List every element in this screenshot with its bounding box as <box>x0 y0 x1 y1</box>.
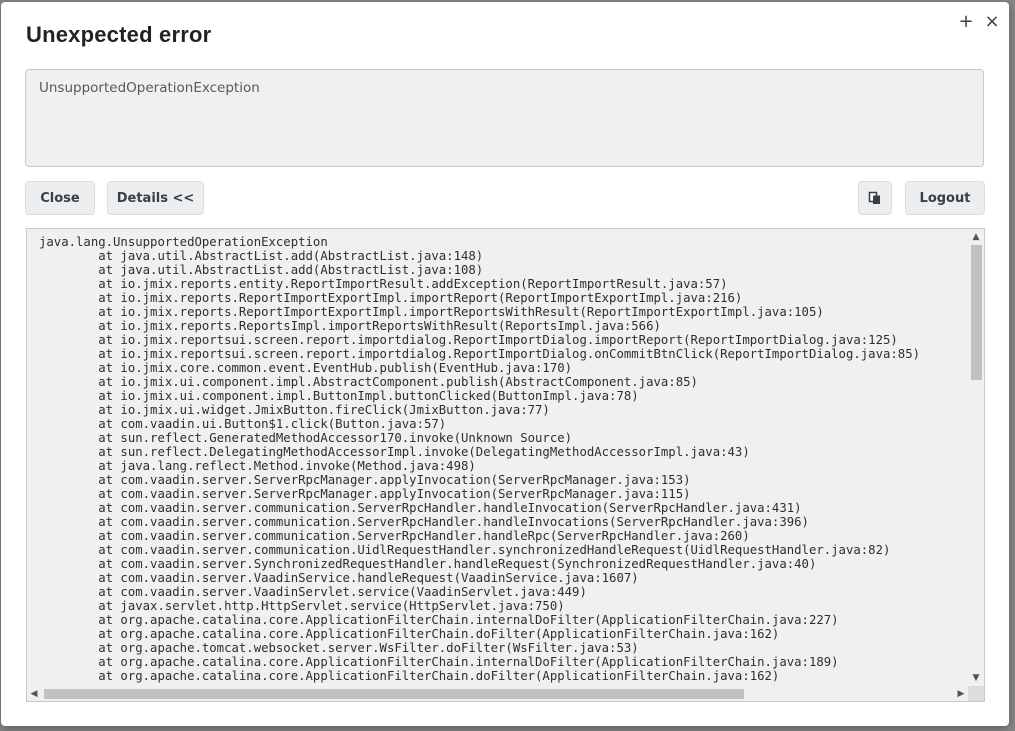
logout-button[interactable]: Logout <box>905 181 985 215</box>
stacktrace-frame-line: at org.apache.catalina.core.ApplicationF… <box>39 613 839 627</box>
stacktrace-frame-line: at javax.servlet.http.HttpServlet.servic… <box>39 599 565 613</box>
stacktrace-frame-line: at com.vaadin.server.communication.UidlR… <box>39 543 891 557</box>
stacktrace-frame-line: at com.vaadin.server.communication.Serve… <box>39 515 809 529</box>
stacktrace-frame-line: at java.util.AbstractList.add(AbstractLi… <box>39 263 484 277</box>
stacktrace-frame-line: at io.jmix.ui.component.impl.AbstractCom… <box>39 375 698 389</box>
stacktrace-frame-line: at io.jmix.reportsui.screen.report.impor… <box>39 347 920 361</box>
stacktrace-frame-line: at io.jmix.reports.ReportImportExportImp… <box>39 291 743 305</box>
stacktrace-frame-line: at com.vaadin.server.ServerRpcManager.ap… <box>39 473 691 487</box>
scroll-left-icon[interactable]: ◀ <box>27 688 41 700</box>
stacktrace-frame-line: at org.apache.catalina.core.ApplicationF… <box>39 627 780 641</box>
close-button[interactable]: Close <box>25 181 95 215</box>
stacktrace-text: java.lang.UnsupportedOperationException … <box>39 235 966 685</box>
stacktrace-frame-line: at com.vaadin.ui.Button$1.click(Button.j… <box>39 417 447 431</box>
stacktrace-frame-line: at io.jmix.reportsui.screen.report.impor… <box>39 333 898 347</box>
stacktrace-frame-line: at io.jmix.ui.component.impl.ButtonImpl.… <box>39 389 639 403</box>
vertical-scroll-thumb[interactable] <box>971 245 982 380</box>
stacktrace-frame-line: at com.vaadin.server.VaadinServlet.servi… <box>39 585 587 599</box>
stacktrace-frame-line: at org.apache.catalina.core.ApplicationF… <box>39 669 780 683</box>
close-icon[interactable]: × <box>983 12 1001 32</box>
stacktrace-frame-line: at io.jmix.core.common.event.EventHub.pu… <box>39 361 573 375</box>
details-button[interactable]: Details << <box>107 181 204 215</box>
copy-button[interactable] <box>858 181 892 215</box>
stacktrace-frame-line: at com.vaadin.server.communication.Serve… <box>39 501 802 515</box>
stacktrace-frame-line: at com.vaadin.server.ServerRpcManager.ap… <box>39 487 691 501</box>
stacktrace-frame-line: at sun.reflect.GeneratedMethodAccessor17… <box>39 431 573 445</box>
stacktrace-frame-line: at sun.reflect.DelegatingMethodAccessorI… <box>39 445 750 459</box>
scroll-down-icon[interactable]: ▼ <box>968 672 984 684</box>
scrollbar-corner <box>968 686 984 701</box>
stacktrace-frame-line: at io.jmix.reports.ReportsImpl.importRep… <box>39 319 661 333</box>
stacktrace-frame-line: at com.vaadin.server.VaadinService.handl… <box>39 571 639 585</box>
stacktrace-frame-line: at java.util.AbstractList.add(AbstractLi… <box>39 249 484 263</box>
dialog-title: Unexpected error <box>26 22 212 47</box>
stacktrace-exception-line: java.lang.UnsupportedOperationException <box>39 235 328 249</box>
scroll-right-icon[interactable]: ▶ <box>954 688 968 700</box>
stacktrace-frame-line: at com.vaadin.server.communication.Serve… <box>39 529 750 543</box>
horizontal-scroll-thumb[interactable] <box>44 689 744 699</box>
vertical-scrollbar[interactable]: ▲ ▼ <box>968 229 984 686</box>
error-message-text: UnsupportedOperationException <box>39 80 260 96</box>
scroll-up-icon[interactable]: ▲ <box>968 231 984 243</box>
stacktrace-frame-line: at io.jmix.reports.entity.ReportImportRe… <box>39 277 728 291</box>
stacktrace-frame-line: at org.apache.tomcat.websocket.server.Ws… <box>39 641 639 655</box>
maximize-icon[interactable]: + <box>957 12 975 32</box>
stacktrace-frame-line: at java.lang.reflect.Method.invoke(Metho… <box>39 459 476 473</box>
stacktrace-frame-line: at io.jmix.reports.ReportImportExportImp… <box>39 305 824 319</box>
horizontal-scrollbar[interactable]: ◀ ▶ <box>27 686 968 701</box>
error-dialog: Unexpected error + × UnsupportedOperatio… <box>1 2 1009 726</box>
stacktrace-frame-line: at com.vaadin.server.SynchronizedRequest… <box>39 557 817 571</box>
stacktrace-frame-line: at io.jmix.ui.widget.JmixButton.fireClic… <box>39 403 550 417</box>
error-message-area[interactable]: UnsupportedOperationException <box>25 69 984 167</box>
copy-icon <box>868 191 880 204</box>
stacktrace-frame-line: at org.apache.catalina.core.ApplicationF… <box>39 655 839 669</box>
stacktrace-area[interactable]: java.lang.UnsupportedOperationException … <box>26 228 985 702</box>
